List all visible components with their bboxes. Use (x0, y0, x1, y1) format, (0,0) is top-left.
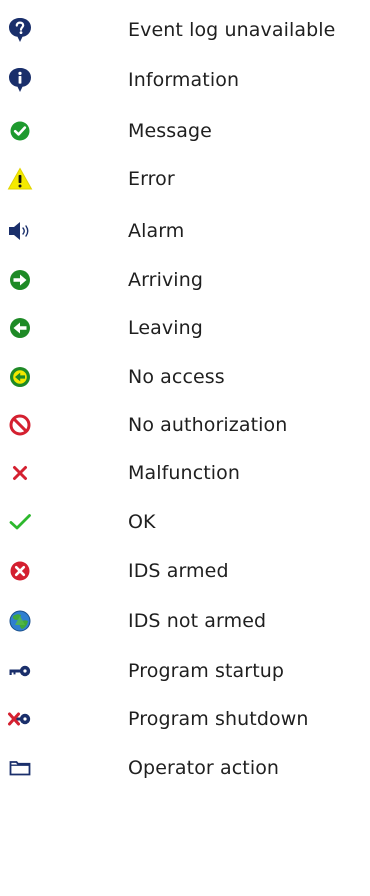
legend-label: Operator action (128, 757, 280, 779)
yellow-arrow-left-no-access-icon (6, 363, 34, 391)
green-arrow-left-icon (6, 314, 34, 342)
legend-label: Error (128, 168, 175, 190)
legend-row-ids-armed: IDS armed (0, 551, 370, 591)
legend-row-information: Information (0, 60, 370, 100)
legend-label: No access (128, 366, 225, 388)
legend-label: Alarm (128, 220, 185, 242)
legend-label: Information (128, 69, 240, 91)
legend-row-program-shutdown: Program shutdown (0, 699, 370, 739)
legend-row-alarm: Alarm (0, 211, 370, 251)
legend-row-malfunction: Malfunction (0, 453, 370, 493)
legend-row-program-startup: Program startup (0, 651, 370, 691)
legend-row-leaving: Leaving (0, 308, 370, 348)
legend-row-operator-action: Operator action (0, 748, 370, 788)
speech-bubble-info-icon (6, 66, 34, 94)
yellow-warning-triangle-icon (6, 165, 34, 193)
legend-label: Leaving (128, 317, 203, 339)
legend-label: Program startup (128, 660, 285, 682)
red-x-icon (6, 459, 34, 487)
folder-icon (6, 754, 34, 782)
legend-label: Event log unavailable (128, 19, 336, 41)
prohibited-icon (6, 411, 34, 439)
legend-row-ids-not-armed: IDS not armed (0, 601, 370, 641)
key-icon (6, 657, 34, 685)
legend-label: IDS not armed (128, 610, 267, 632)
legend-row-ok: OK (0, 502, 370, 542)
legend-row-no-access: No access (0, 357, 370, 397)
speaker-icon (6, 217, 34, 245)
legend-row-event-log-unavailable: Event log unavailable (0, 10, 370, 50)
legend-label: No authorization (128, 414, 288, 436)
legend-row-no-authorization: No authorization (0, 405, 370, 445)
key-crossed-icon (6, 705, 34, 733)
red-x-circle-icon (6, 557, 34, 585)
green-arrow-right-icon (6, 266, 34, 294)
legend-label: IDS armed (128, 560, 229, 582)
speech-bubble-question-icon (6, 16, 34, 44)
legend-label: Message (128, 120, 212, 142)
legend-label: Arriving (128, 269, 203, 291)
legend-label: Malfunction (128, 462, 241, 484)
green-check-icon (6, 508, 34, 536)
legend-row-message: Message (0, 111, 370, 151)
legend-row-error: Error (0, 159, 370, 199)
legend-label: Program shutdown (128, 708, 309, 730)
green-check-circle-icon (6, 117, 34, 145)
legend-row-arriving: Arriving (0, 260, 370, 300)
globe-icon (6, 607, 34, 635)
legend-label: OK (128, 511, 156, 533)
